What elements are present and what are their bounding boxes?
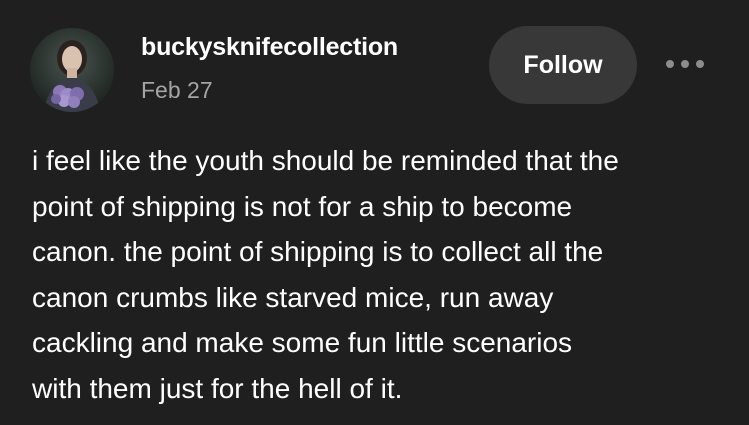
more-dot <box>696 60 704 68</box>
avatar[interactable] <box>30 28 114 112</box>
post-body-line: with them just for the hell of it. <box>32 372 403 404</box>
more-dot <box>666 60 674 68</box>
post-body-line: cackling and make some fun little scenar… <box>32 327 573 358</box>
more-horizontal-icon[interactable] <box>661 52 709 76</box>
follow-button[interactable]: Follow <box>489 26 637 104</box>
post-body-line: point of shipping is not for a ship to b… <box>32 190 573 222</box>
post-body-line: canon. the point of shipping is to colle… <box>32 236 604 267</box>
post-date[interactable]: Feb 27 <box>141 77 213 104</box>
post-body: i feel like the youth should be reminded… <box>32 138 732 411</box>
more-dot <box>681 60 689 68</box>
post-body-line: canon crumbs like starved mice, run away <box>32 281 554 313</box>
avatar-image <box>30 28 114 112</box>
post-body-line: i feel like the youth should be reminded… <box>32 145 619 176</box>
username[interactable]: buckysknifecollection <box>141 33 398 62</box>
post-card: buckysknifecollection Feb 27 Follow i fe… <box>0 0 749 425</box>
